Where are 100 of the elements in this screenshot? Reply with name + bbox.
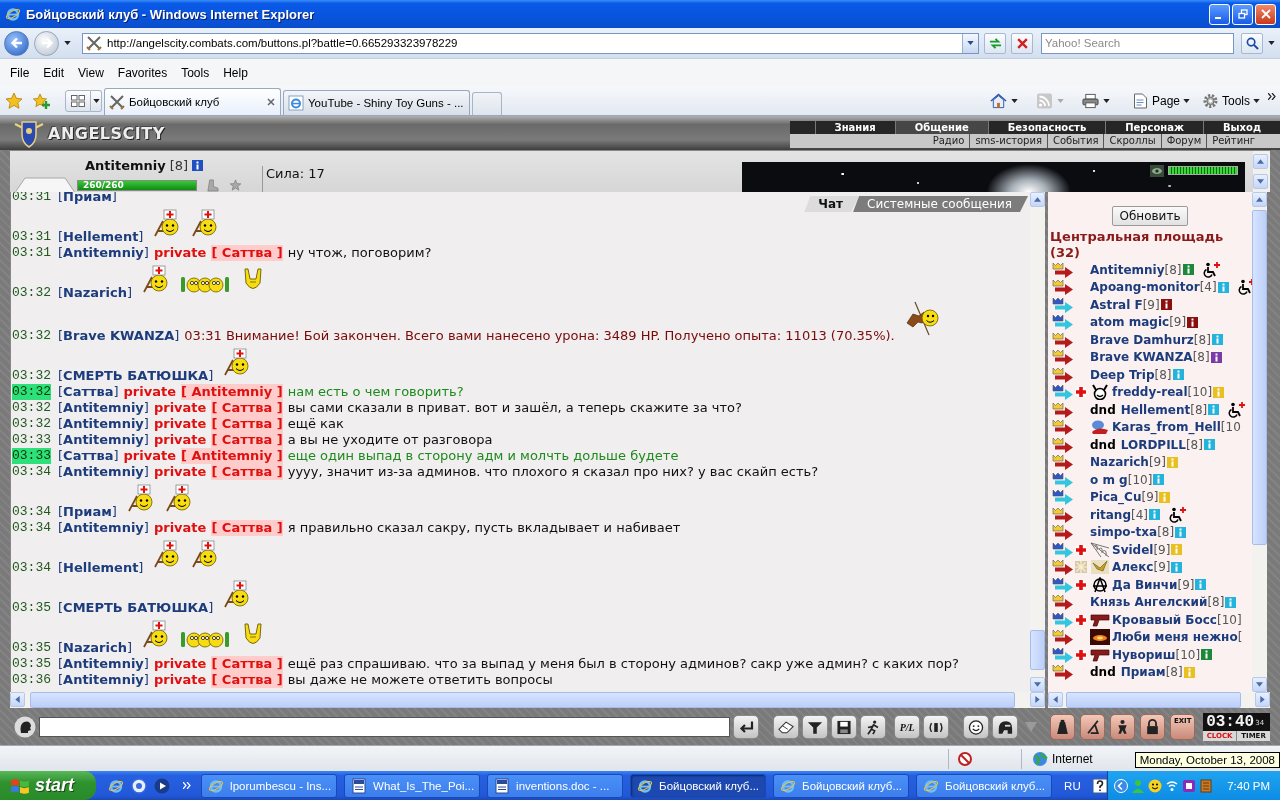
printer-icon[interactable]: [1081, 92, 1099, 109]
tab-list-button[interactable]: [91, 89, 102, 112]
inventory-button[interactable]: [1050, 714, 1076, 740]
sender-name[interactable]: [СМЕРТЬ БАТЮШКА]: [58, 600, 214, 616]
arrow-icon[interactable]: [1052, 349, 1074, 366]
sender-name[interactable]: [Antitemniy]: [58, 520, 149, 536]
language-indicator[interactable]: RU: [1064, 779, 1081, 792]
sender-name[interactable]: [Antitemniy]: [58, 464, 149, 480]
user-name[interactable]: Pica_Cu: [1090, 490, 1142, 505]
chat-input[interactable]: [39, 717, 731, 737]
info-icon[interactable]: [1160, 299, 1172, 311]
add-favorite-icon[interactable]: [32, 91, 50, 110]
browser-tab[interactable]: YouTube - Shiny Toy Guns - ...: [283, 90, 470, 115]
menu-item[interactable]: Help: [216, 65, 255, 80]
fight-button[interactable]: [860, 715, 887, 739]
info-icon[interactable]: [1210, 351, 1222, 363]
scroll-down-button[interactable]: [1253, 174, 1268, 189]
arrow-icon[interactable]: [1052, 296, 1074, 313]
menu-item[interactable]: Favorites: [110, 65, 175, 80]
play-icon[interactable]: [153, 777, 170, 794]
chat-tab[interactable]: Чат: [804, 196, 860, 212]
menu-item[interactable]: View: [71, 65, 111, 80]
user-name[interactable]: atom magic: [1090, 315, 1170, 330]
arrow-icon[interactable]: [1052, 559, 1074, 576]
search-button[interactable]: [1241, 32, 1263, 54]
refresh-button[interactable]: [984, 32, 1006, 54]
user-name[interactable]: Deep Trip: [1090, 367, 1155, 382]
caret-icon[interactable]: [1010, 98, 1018, 103]
menu-item[interactable]: Tools: [174, 65, 217, 80]
subnav-link[interactable]: Рейтинг: [1206, 134, 1260, 148]
fighter-button[interactable]: [1110, 714, 1136, 740]
arrow-icon[interactable]: [1052, 594, 1074, 611]
arrow-icon[interactable]: [1052, 384, 1074, 401]
quick-tabs-button[interactable]: [65, 89, 91, 112]
help-icon[interactable]: [1092, 778, 1107, 793]
arrow-icon[interactable]: [1052, 401, 1074, 418]
sender-name[interactable]: [Hellement]: [58, 560, 144, 576]
subnav-link[interactable]: sms-история: [969, 134, 1047, 148]
user-name[interactable]: Brave KWANZA: [1090, 350, 1193, 365]
arrow-icon[interactable]: [1052, 506, 1074, 523]
back-button[interactable]: [4, 30, 29, 56]
arrow-icon[interactable]: [1052, 489, 1074, 506]
subnav-link[interactable]: Форум: [1160, 134, 1207, 148]
sender-name[interactable]: [Antitemniy]: [58, 656, 149, 672]
taskbar-button[interactable]: Бойцовский клуб...: [773, 773, 910, 798]
user-name[interactable]: Svidel: [1112, 542, 1154, 557]
info-icon[interactable]: [192, 159, 204, 171]
arrow-icon[interactable]: [1052, 279, 1074, 296]
command-button[interactable]: Tools: [1198, 92, 1264, 109]
sender-name[interactable]: [Приам]: [58, 504, 117, 520]
user-name[interactable]: Antitemniy: [1090, 262, 1165, 277]
arrow-icon[interactable]: [1052, 419, 1074, 436]
star-icon[interactable]: [228, 179, 243, 192]
caret-icon[interactable]: [1268, 41, 1275, 45]
pl-button[interactable]: P/L: [894, 715, 921, 739]
scrollbar-thumb[interactable]: [1252, 210, 1267, 545]
arrow-icon[interactable]: [1052, 646, 1074, 663]
sender-name[interactable]: [Brave KWANZA]: [58, 328, 180, 344]
user-name[interactable]: Hellement: [1120, 402, 1191, 417]
eye-icon[interactable]: [1150, 165, 1164, 177]
chevron-left-icon[interactable]: [1113, 778, 1128, 793]
chevron-icon[interactable]: [1268, 92, 1276, 100]
sender-name[interactable]: [Nazarich]: [58, 285, 132, 301]
restore-button[interactable]: [1232, 3, 1253, 25]
arrow-icon[interactable]: [1052, 366, 1074, 383]
dropdown-button[interactable]: [962, 33, 978, 53]
arrow-icon[interactable]: [1052, 261, 1074, 278]
sender-name[interactable]: [Nazarich]: [58, 640, 132, 656]
subnav-link[interactable]: Радио: [927, 134, 970, 148]
scroll-left-button[interactable]: [1048, 692, 1063, 707]
arrow-icon[interactable]: [1052, 541, 1074, 558]
scroll-up-button[interactable]: [1030, 192, 1045, 207]
blocked-icon[interactable]: [957, 750, 973, 767]
sender-name[interactable]: [Antitemniy]: [58, 432, 149, 448]
scroll-up-button[interactable]: [1253, 154, 1268, 169]
close-button[interactable]: [1255, 3, 1276, 25]
info-icon[interactable]: [1187, 316, 1199, 328]
scroll-down-button[interactable]: [1252, 677, 1267, 692]
taskbar-button[interactable]: Бойцовский клуб...: [630, 773, 767, 798]
chat-tab[interactable]: Системные сообщения: [853, 196, 1028, 212]
browser-logo-icon[interactable]: [107, 777, 124, 794]
sender-name[interactable]: [Саттва]: [58, 448, 119, 464]
user-name[interactable]: Да Винчи: [1112, 577, 1178, 592]
caret-icon[interactable]: [64, 41, 71, 45]
user-name[interactable]: simpo-txa: [1090, 525, 1158, 540]
info-icon[interactable]: [1182, 264, 1194, 276]
minimize-button[interactable]: [1209, 3, 1230, 25]
sender-name[interactable]: [Приам]: [58, 192, 117, 205]
stop-button[interactable]: [1011, 32, 1033, 54]
scroll-left-button[interactable]: [10, 692, 25, 707]
sender-name[interactable]: [Antitemniy]: [58, 416, 149, 432]
caret-icon[interactable]: [1102, 98, 1110, 103]
arrow-icon[interactable]: [1052, 454, 1074, 471]
user-silhouette-icon[interactable]: [14, 716, 36, 738]
sender-name[interactable]: [Antitemniy]: [58, 672, 149, 688]
filter-button[interactable]: [802, 715, 829, 739]
save-button[interactable]: [831, 715, 858, 739]
user-name[interactable]: Кровавый Босс: [1112, 612, 1217, 627]
scroll-right-button[interactable]: [1030, 692, 1045, 707]
user-name[interactable]: LORDPILL: [1120, 437, 1186, 452]
